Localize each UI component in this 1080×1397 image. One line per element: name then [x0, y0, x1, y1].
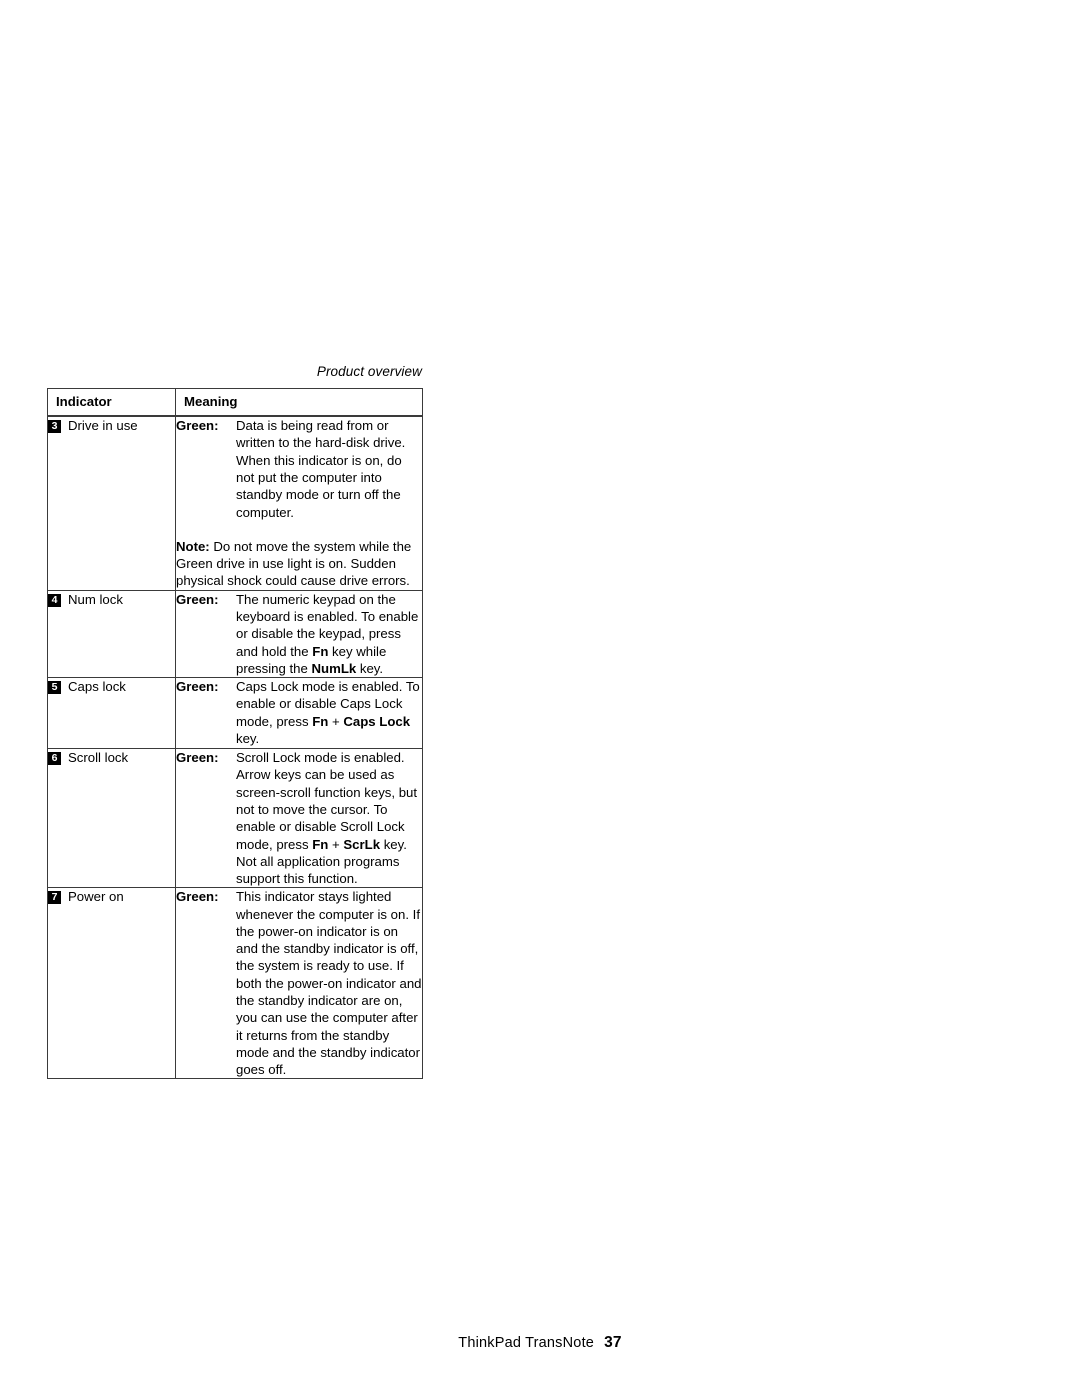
meaning-primary: Green: The numeric keypad on the keyboar…	[176, 591, 422, 677]
meaning-cell: Green: The numeric keypad on the keyboar…	[175, 589, 423, 679]
meaning-description: Scroll Lock mode is enabled. Arrow keys …	[236, 749, 422, 887]
document-page: Product overview Indicator Meaning 3 Driv…	[0, 0, 1080, 1397]
callout-number-badge: 4	[48, 593, 61, 607]
column-header-indicator: Indicator	[47, 388, 176, 418]
table-row: 5 Caps lock Green: Caps Lock mode is enab…	[47, 677, 423, 750]
meaning-key-label: Green:	[176, 591, 219, 607]
meaning-primary: Green: Caps Lock mode is enabled. To ena…	[176, 678, 422, 747]
meaning-key-label: Green:	[176, 679, 219, 695]
table-row: 3 Drive in use Green: Data is being read …	[47, 415, 423, 591]
meaning-key-label: Green:	[176, 750, 219, 766]
key-name-fn: Fn	[312, 836, 329, 852]
indicator-label: Scroll lock	[68, 750, 129, 766]
meaning-description: This indicator stays lighted whenever th…	[236, 889, 422, 1078]
table-row: 6 Scroll lock Green: Scroll Lock mode is …	[47, 748, 423, 889]
indicator-meaning-table: Indicator Meaning 3 Drive in use Green: D…	[47, 388, 423, 1080]
table-row: 7 Power on Green: This indicator stays li…	[47, 887, 423, 1080]
column-header-meaning: Meaning	[175, 388, 423, 418]
indicator-cell: 6 Scroll lock	[47, 748, 176, 889]
meaning-note: Note: Do not move the system while the G…	[176, 538, 422, 590]
meaning-description: Data is being read from or written to th…	[236, 418, 406, 520]
note-text: Do not move the system while the Green d…	[176, 538, 412, 589]
meaning-description: Caps Lock mode is enabled. To enable or …	[236, 678, 422, 747]
callout-number-badge: 6	[48, 752, 61, 766]
indicator-label: Num lock	[68, 591, 123, 607]
table-row: 4 Num lock Green: The numeric keypad on t…	[47, 589, 423, 679]
callout-number-badge: 5	[48, 681, 61, 695]
key-name-caps-lock: Caps Lock	[343, 713, 411, 729]
meaning-key-label: Green:	[176, 418, 219, 434]
indicator-cell: 3 Drive in use	[47, 415, 176, 591]
indicator-label: Drive in use	[68, 418, 138, 434]
table-header-row: Indicator Meaning	[47, 388, 423, 418]
description-part: key.	[236, 730, 260, 746]
meaning-cell: Green: Caps Lock mode is enabled. To ena…	[175, 677, 423, 750]
footer-book-title: ThinkPad TransNote	[458, 1335, 595, 1351]
meaning-description: The numeric keypad on the keyboard is en…	[236, 591, 422, 677]
meaning-key-label: Green:	[176, 889, 219, 905]
description-part: +	[328, 713, 344, 729]
indicator-cell: 4 Num lock	[47, 589, 176, 679]
running-header: Product overview	[316, 364, 422, 379]
page-footer: ThinkPad TransNote 37	[0, 1334, 1080, 1352]
key-name-fn: Fn	[312, 713, 329, 729]
indicator-cell: 5 Caps lock	[47, 677, 176, 750]
indicator-label: Caps lock	[68, 679, 126, 695]
footer-page-number: 37	[604, 1334, 622, 1351]
key-name-numlk: NumLk	[311, 660, 357, 676]
meaning-primary: Green: Scroll Lock mode is enabled. Arro…	[176, 749, 422, 887]
meaning-cell: Green: Scroll Lock mode is enabled. Arro…	[175, 748, 423, 889]
callout-number-badge: 3	[48, 420, 61, 434]
key-name-fn: Fn	[312, 643, 329, 659]
meaning-primary: Green: Data is being read from or writte…	[176, 417, 422, 521]
description-part: +	[328, 836, 344, 852]
description-part: key.	[356, 660, 384, 676]
note-label: Note:	[176, 538, 210, 554]
key-name-scrlk: ScrLk	[343, 836, 381, 852]
indicator-label: Power on	[68, 889, 124, 905]
indicator-cell: 7 Power on	[47, 887, 176, 1080]
meaning-cell: Green: Data is being read from or writte…	[175, 415, 423, 591]
callout-number-badge: 7	[48, 891, 61, 905]
meaning-primary: Green: This indicator stays lighted when…	[176, 888, 422, 1078]
meaning-cell: Green: This indicator stays lighted when…	[175, 887, 423, 1080]
